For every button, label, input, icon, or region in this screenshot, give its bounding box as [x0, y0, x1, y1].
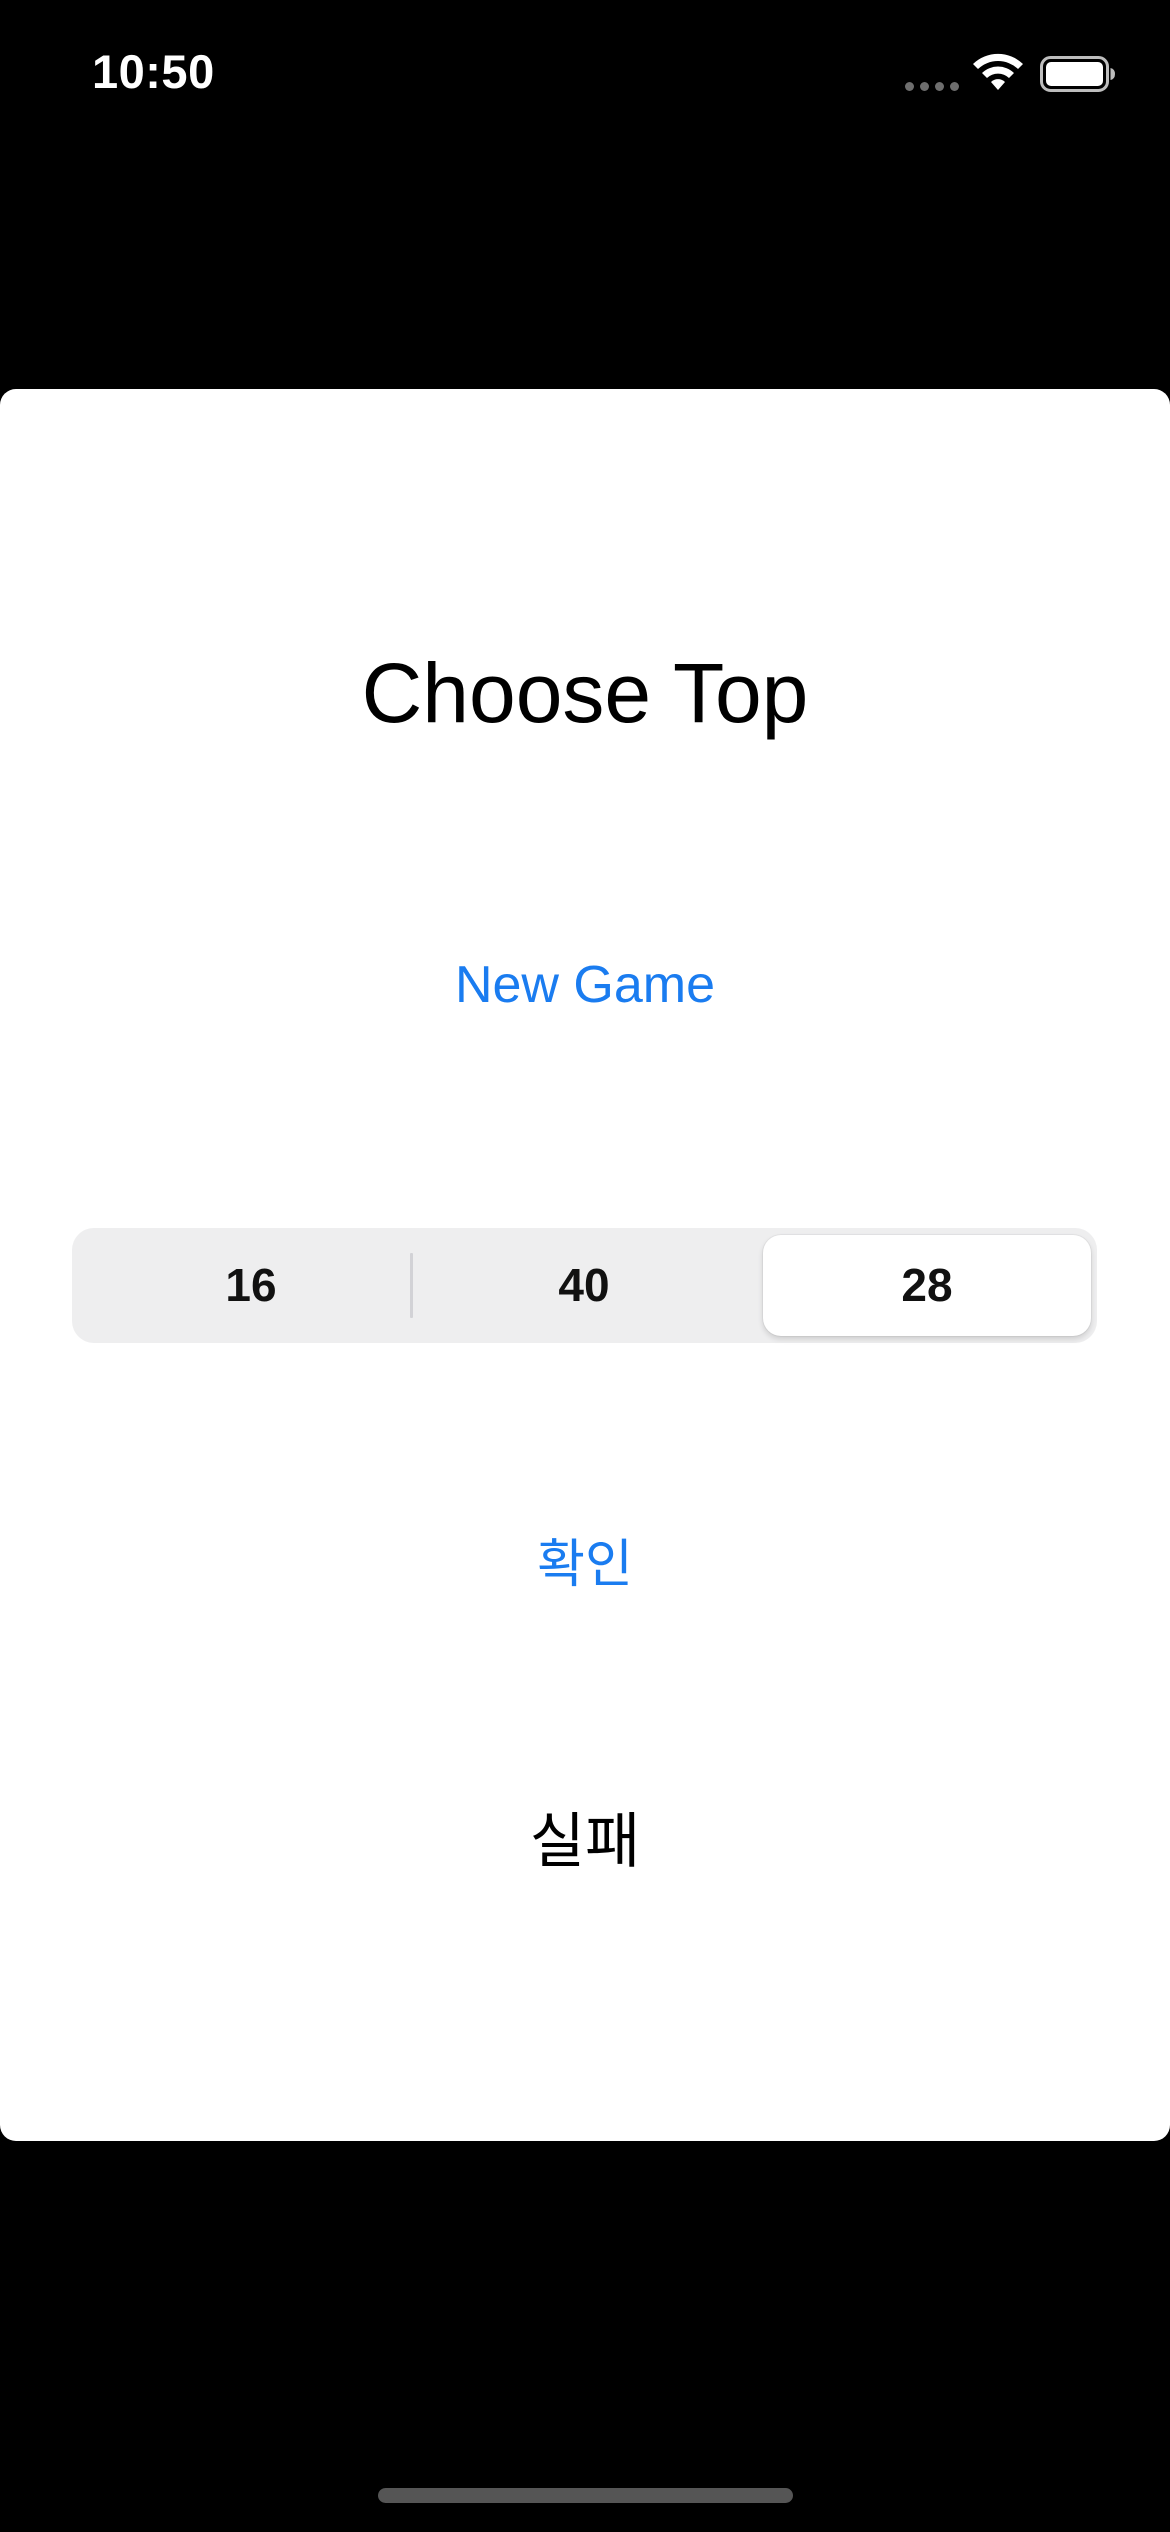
result-label: 실패: [529, 1808, 641, 1875]
new-game-button[interactable]: New Game: [385, 945, 785, 1025]
segment-option-40[interactable]: 40: [420, 1235, 748, 1336]
page-title: Choose Top: [361, 646, 809, 740]
choose-top-card: Choose Top New Game 16 40 28 확인 실패: [0, 389, 1170, 2141]
status-time: 10:50: [92, 45, 215, 98]
status-bar: 10:50: [0, 0, 1170, 150]
battery-icon: [1040, 56, 1115, 92]
segment-option-16[interactable]: 16: [87, 1235, 415, 1336]
top-count-segmented-control[interactable]: 16 40 28: [72, 1228, 1097, 1343]
segment-divider: [410, 1253, 413, 1318]
segment-option-28[interactable]: 28: [763, 1235, 1091, 1336]
confirm-button[interactable]: 확인: [435, 1520, 735, 1610]
cellular-signal-icon: [905, 82, 959, 92]
home-indicator[interactable]: [378, 2488, 793, 2503]
wifi-icon: [973, 53, 1023, 90]
